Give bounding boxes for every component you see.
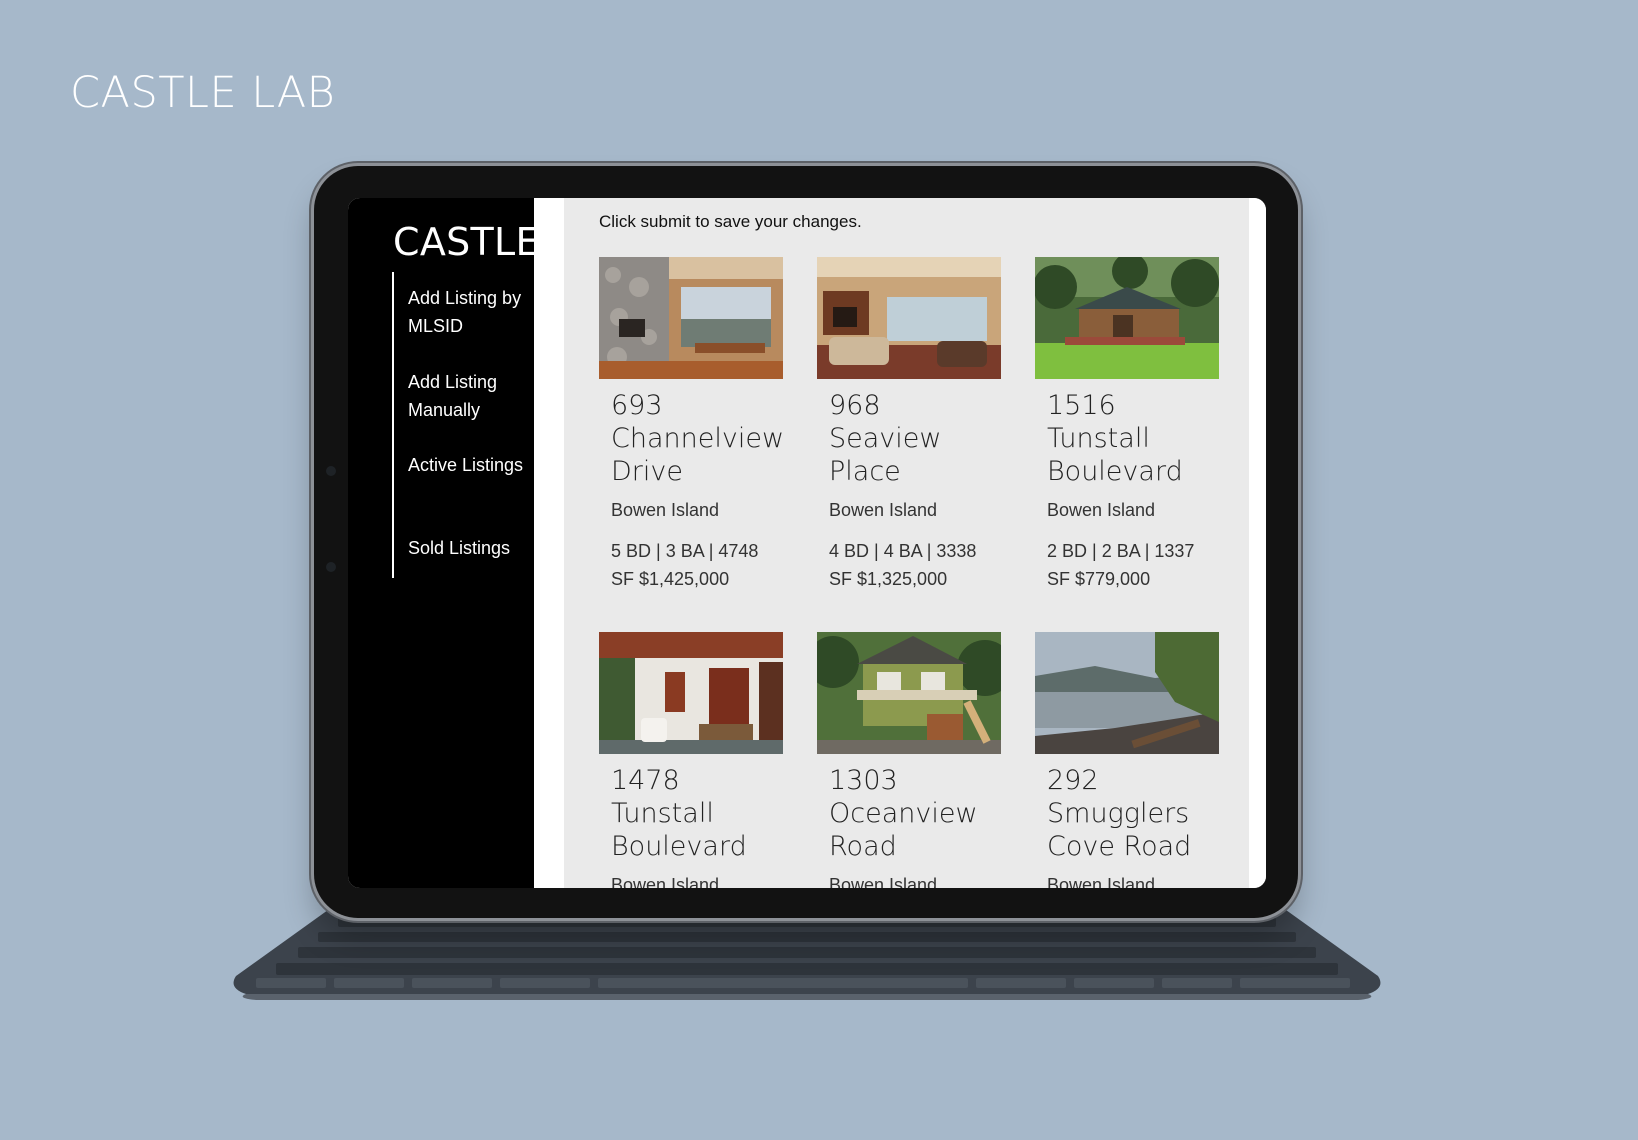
listing-specs: 4 BD | 4 BA | 3338 SF $1,325,000 [829, 541, 977, 589]
nav-add-listing-manually[interactable]: Add Listing Manually [408, 368, 528, 424]
side-sensor-dot [326, 562, 336, 572]
listing-specs: 5 BD | 3 BA | 4748 SF $1,425,000 [611, 541, 759, 589]
listing-photo [599, 632, 783, 754]
listing-title: 292 Smugglers Cove Road [1047, 765, 1192, 862]
listing-location: Bowen Island [1047, 875, 1156, 888]
listing-card[interactable]: 1516 Tunstall Boulevard Bowen Island 2 B… [1035, 257, 1219, 593]
scrollbar-track[interactable] [1249, 198, 1266, 888]
listing-photo [817, 257, 1001, 379]
tablet-screen: CASTLE Add Listing by MLSID Add Listing … [348, 198, 1266, 888]
listing-card[interactable]: 1303 Oceanview Road Bowen Island [817, 632, 1001, 888]
nav-active-listings[interactable]: Active Listings [408, 451, 528, 479]
listing-location: Bowen Island [829, 500, 938, 520]
listing-card[interactable]: 968 Seaview Place Bowen Island 4 BD | 4 … [817, 257, 1001, 593]
listing-title: 1303 Oceanview Road [829, 765, 978, 862]
listing-photo [1035, 257, 1219, 379]
page-brand-title: CASTLE LAB [70, 68, 336, 118]
nav-sold-listings[interactable]: Sold Listings [408, 534, 534, 562]
listing-card[interactable]: 1478 Tunstall Boulevard Bowen Island [599, 632, 783, 888]
listing-card[interactable]: 693 Channelview Drive Bowen Island 5 BD … [599, 257, 785, 593]
listing-location: Bowen Island [1047, 500, 1156, 520]
listing-photo [1035, 632, 1219, 754]
tablet-device: CASTLE Add Listing by MLSID Add Listing … [314, 166, 1298, 918]
listing-photo [599, 257, 783, 379]
listing-specs: 2 BD | 2 BA | 1337 SF $779,000 [1047, 541, 1195, 589]
listing-title: 968 Seaview Place [829, 390, 942, 487]
listing-photo [817, 632, 1001, 754]
content-gutter [534, 198, 564, 888]
nav-rule [392, 272, 394, 578]
listing-title: 1516 Tunstall Boulevard [1047, 390, 1183, 487]
listing-title: 693 Channelview Drive [611, 390, 785, 487]
listing-location: Bowen Island [611, 500, 720, 520]
listing-title: 1478 Tunstall Boulevard [611, 765, 747, 862]
listing-location: Bowen Island [611, 875, 720, 888]
sidebar: CASTLE Add Listing by MLSID Add Listing … [348, 198, 540, 888]
listings-panel: Click submit to save your changes. 693 C… [564, 198, 1249, 888]
listing-location: Bowen Island [829, 875, 938, 888]
app-logo: CASTLE [393, 220, 540, 264]
nav-add-listing-mlsid[interactable]: Add Listing by MLSID [408, 284, 528, 340]
save-notice: Click submit to save your changes. [599, 212, 862, 231]
side-camera-dot [326, 466, 336, 476]
listing-card[interactable]: 292 Smugglers Cove Road Bowen Island [1035, 632, 1219, 888]
keyboard [233, 910, 1381, 1000]
